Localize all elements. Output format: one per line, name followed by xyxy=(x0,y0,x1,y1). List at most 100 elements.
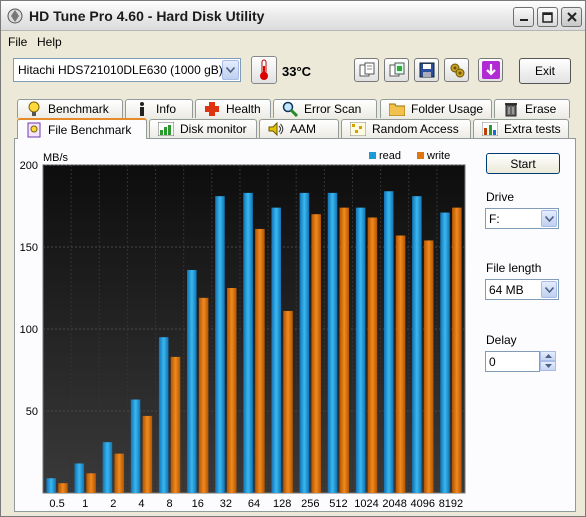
bar-write xyxy=(86,473,96,493)
bar-read xyxy=(299,192,310,493)
x-tick-label: 4 xyxy=(138,498,144,510)
bar-read xyxy=(355,207,366,493)
bar-write xyxy=(395,235,406,493)
save-button[interactable] xyxy=(414,58,439,82)
tab-error-scan[interactable]: Error Scan xyxy=(273,99,377,118)
tab-disk-monitor[interactable]: Disk monitor xyxy=(149,119,257,138)
tab-folder-usage[interactable]: Folder Usage xyxy=(380,99,492,118)
x-tick-label: 8192 xyxy=(439,498,463,510)
menu-help[interactable]: Help xyxy=(37,35,62,49)
magnifier-icon xyxy=(282,101,298,117)
bar-write xyxy=(58,483,68,493)
chevron-down-icon[interactable] xyxy=(541,281,557,298)
chevron-down-icon[interactable] xyxy=(541,210,557,227)
minimize-button[interactable] xyxy=(513,7,534,27)
spin-down-button[interactable] xyxy=(540,361,556,371)
drive-letter-select[interactable]: F: xyxy=(485,208,559,229)
copy-screen-icon xyxy=(389,62,404,77)
bar-write xyxy=(423,240,434,493)
drive-select-value: Hitachi HDS721010DLE630 (1000 gB) xyxy=(18,63,223,77)
y-tick-label: 100 xyxy=(20,324,38,336)
tab-benchmark[interactable]: Benchmark xyxy=(17,99,123,118)
tab-erase-label: Erase xyxy=(525,102,557,116)
file-bulb-icon xyxy=(26,122,42,138)
x-tick-label: 512 xyxy=(329,498,347,510)
delay-label: Delay xyxy=(486,333,517,347)
tab-random-access-label: Random Access xyxy=(372,122,459,136)
tab-erase[interactable]: Erase xyxy=(494,99,570,118)
x-tick-label: 2 xyxy=(110,498,116,510)
tab-extra-tests[interactable]: Extra tests xyxy=(473,119,569,138)
spin-up-button[interactable] xyxy=(540,351,556,361)
speaker-icon xyxy=(268,121,284,137)
thermometer-icon xyxy=(260,59,268,80)
tab-health[interactable]: Health xyxy=(195,99,271,118)
tab-error-scan-label: Error Scan xyxy=(304,102,362,116)
copy-info-icon xyxy=(359,62,374,77)
tab-extra-tests-label: Extra tests xyxy=(504,122,561,136)
copy-screen-button[interactable] xyxy=(384,58,409,82)
x-tick-label: 4096 xyxy=(411,498,435,510)
extra-grid-icon xyxy=(482,121,498,137)
bar-write xyxy=(198,297,209,493)
legend-write-label: write xyxy=(426,150,450,162)
tab-aam-label: AAM xyxy=(290,122,317,136)
menu-bar: File Help xyxy=(1,32,585,52)
chevron-down-icon xyxy=(544,364,552,368)
bar-write xyxy=(339,207,350,493)
drive-select[interactable]: Hitachi HDS721010DLE630 (1000 gB) xyxy=(13,58,241,82)
health-cross-icon xyxy=(204,101,220,117)
hdtune-app-icon xyxy=(7,8,23,24)
bar-read xyxy=(412,196,422,493)
file-length-value: 64 MB xyxy=(489,282,524,297)
exit-button[interactable]: Exit xyxy=(519,58,571,84)
tab-random-access[interactable]: Random Access xyxy=(341,119,471,138)
x-tick-label: 2048 xyxy=(382,498,406,510)
bar-write xyxy=(452,207,462,493)
chevron-down-icon[interactable] xyxy=(222,60,239,80)
maximize-button[interactable] xyxy=(537,7,558,27)
delay-spinner[interactable] xyxy=(540,351,556,372)
copy-info-button[interactable] xyxy=(354,58,379,82)
x-tick-label: 0.5 xyxy=(49,498,64,510)
bar-write xyxy=(142,415,153,493)
tab-benchmark-label: Benchmark xyxy=(48,102,109,116)
bar-write xyxy=(367,217,378,493)
tab-disk-monitor-label: Disk monitor xyxy=(180,122,247,136)
delay-input[interactable]: 0 xyxy=(485,351,540,372)
bar-read xyxy=(74,463,85,493)
title-bar[interactable]: HD Tune Pro 4.60 - Hard Disk Utility xyxy=(1,1,585,31)
maximize-icon xyxy=(542,11,553,23)
menu-file[interactable]: File xyxy=(8,35,27,49)
y-axis-label: MB/s xyxy=(43,152,69,164)
info-icon xyxy=(134,101,150,117)
tab-file-benchmark[interactable]: File Benchmark xyxy=(17,118,147,139)
folder-icon xyxy=(389,101,405,117)
options-icon xyxy=(450,63,464,78)
legend-write-swatch xyxy=(417,152,424,159)
x-tick-label: 256 xyxy=(301,498,319,510)
temperature-value: 33°C xyxy=(282,64,312,79)
bar-read xyxy=(440,212,450,493)
window-title: HD Tune Pro 4.60 - Hard Disk Utility xyxy=(29,8,265,24)
bulb-icon xyxy=(26,101,42,117)
legend-read-label: read xyxy=(379,150,401,162)
x-tick-label: 64 xyxy=(248,498,260,510)
file-length-select[interactable]: 64 MB xyxy=(485,279,559,300)
bar-write xyxy=(255,228,265,493)
bar-read xyxy=(187,269,197,493)
options-button[interactable] xyxy=(444,58,469,82)
start-button[interactable]: Start xyxy=(486,153,560,174)
tab-folder-usage-label: Folder Usage xyxy=(411,102,484,116)
tab-health-label: Health xyxy=(226,102,261,116)
download-button[interactable] xyxy=(478,58,503,82)
y-tick-label: 50 xyxy=(26,406,38,418)
tab-aam[interactable]: AAM xyxy=(259,119,339,138)
temperature-button[interactable] xyxy=(251,56,277,84)
x-tick-label: 16 xyxy=(192,498,204,510)
x-tick-label: 1 xyxy=(82,498,88,510)
chevron-up-icon xyxy=(544,354,552,358)
close-icon xyxy=(566,12,577,22)
tab-info[interactable]: Info xyxy=(125,99,193,118)
close-button[interactable] xyxy=(561,7,582,27)
